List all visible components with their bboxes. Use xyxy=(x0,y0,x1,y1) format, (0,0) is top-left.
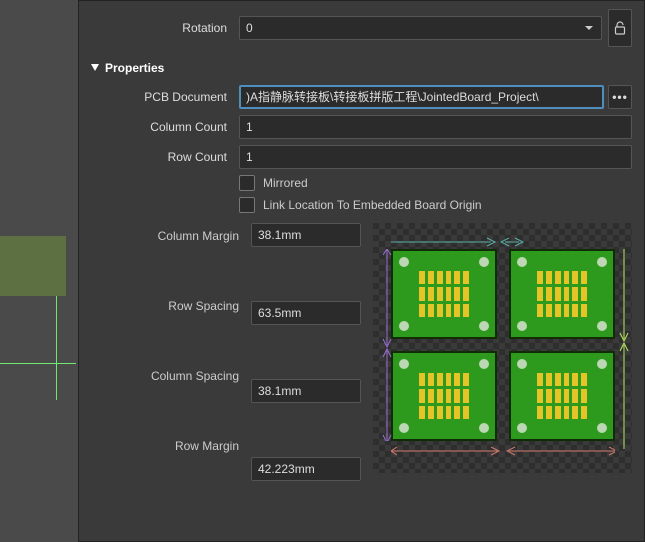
pcb-document-browse-button[interactable]: ••• xyxy=(608,85,632,109)
column-count-field[interactable]: 1 xyxy=(239,115,632,139)
link-location-checkbox[interactable]: Link Location To Embedded Board Origin xyxy=(239,197,632,213)
row-spacing-field[interactable]: 63.5mm xyxy=(251,301,361,325)
rotation-label: Rotation xyxy=(91,21,239,35)
diagram-board xyxy=(509,249,615,339)
row-margin-label: Row Margin xyxy=(175,439,239,453)
checkbox-icon xyxy=(239,175,255,191)
column-spacing-label: Column Spacing xyxy=(151,369,239,383)
diagram-board xyxy=(509,351,615,441)
mirrored-label: Mirrored xyxy=(263,176,308,190)
mirrored-checkbox[interactable]: Mirrored xyxy=(239,175,632,191)
rotation-dropdown[interactable]: 0 xyxy=(239,16,602,40)
collapse-triangle-icon xyxy=(91,64,99,72)
column-margin-field[interactable]: 38.1mm xyxy=(251,223,361,247)
column-margin-label: Column Margin xyxy=(158,229,239,243)
row-margin-arrow xyxy=(617,249,631,449)
column-count-label: Column Count xyxy=(91,120,239,134)
row-count-field[interactable]: 1 xyxy=(239,145,632,169)
diagram-board xyxy=(391,351,497,441)
unlock-icon xyxy=(614,21,626,35)
diagram-board xyxy=(391,249,497,339)
properties-section-header[interactable]: Properties xyxy=(91,61,632,75)
properties-section-title: Properties xyxy=(105,61,164,75)
row-spacing-label: Row Spacing xyxy=(168,299,239,313)
link-location-label: Link Location To Embedded Board Origin xyxy=(263,198,482,212)
origin-cross-horizontal xyxy=(0,363,76,364)
properties-panel: Rotation 0 Properties PCB Document )A指静脉… xyxy=(78,0,645,542)
board-outline-fragment xyxy=(0,236,66,296)
checkbox-icon xyxy=(239,197,255,213)
pcb-document-field[interactable]: )A指静脉转接板\转接板拼版工程\JointedBoard_Project\ xyxy=(239,85,604,109)
spacing-diagram xyxy=(373,223,632,473)
design-canvas xyxy=(0,0,76,542)
pcb-document-label: PCB Document xyxy=(91,90,239,104)
row-margin-field[interactable]: 42.223mm xyxy=(251,457,361,481)
lock-toggle[interactable] xyxy=(608,9,632,47)
column-margin-arrow xyxy=(391,235,615,249)
origin-cross-vertical xyxy=(56,296,57,400)
column-spacing-field[interactable]: 38.1mm xyxy=(251,379,361,403)
column-spacing-arrow xyxy=(391,445,615,457)
row-count-label: Row Count xyxy=(91,150,239,164)
